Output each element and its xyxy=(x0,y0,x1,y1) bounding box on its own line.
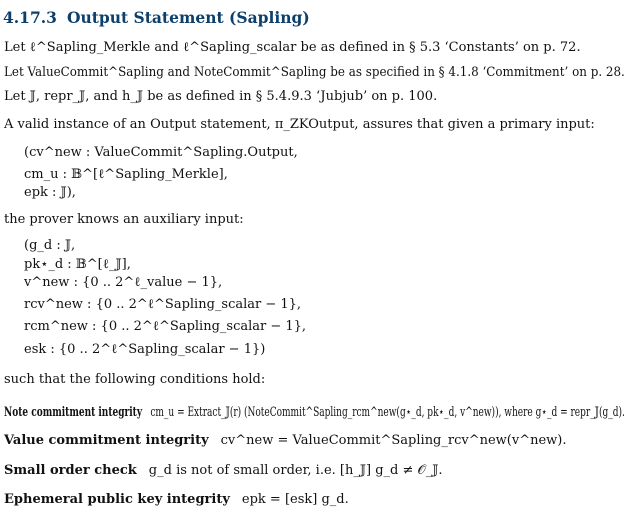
condition-epk-integrity: Ephemeral public key integrity epk = [esk… xyxy=(4,492,349,508)
condition-value-commitment: Value commitment integrity cv^new = Value… xyxy=(4,433,567,449)
primary-input-cv: (cv^new : ValueCommit^Sapling.Output, xyxy=(24,145,298,160)
condition-label: Small order check xyxy=(4,463,137,478)
condition-label: Note commitment integrity xyxy=(4,405,143,420)
conditions-intro: such that the following conditions hold: xyxy=(4,372,266,387)
primary-input-cmu: cm_u : 𝔹^[ℓ^Sapling_Merkle], xyxy=(24,167,228,182)
section-title: Output Statement (Sapling) xyxy=(66,8,310,27)
condition-note-commitment: Note commitment integrity cm_u = Extract_… xyxy=(4,405,625,421)
auxiliary-input-rcv: rcv^new : {0 .. 2^ℓ^Sapling_scalar − 1}, xyxy=(24,297,302,312)
condition-small-order: Small order check g_d is not of small ord… xyxy=(4,463,443,479)
section-heading: 4.17.3 Output Statement (Sapling) xyxy=(3,8,310,27)
condition-formula: cv^new = ValueCommit^Sapling_rcv^new(v^n… xyxy=(220,433,567,448)
definition-line-jubjub: Let 𝕁, repr_𝕁, and h_𝕁 be as defined in … xyxy=(4,89,438,104)
condition-label: Value commitment integrity xyxy=(4,433,209,448)
condition-formula: epk = [esk] g_d. xyxy=(241,492,349,507)
auxiliary-intro: the prover knows an auxiliary input: xyxy=(4,212,244,227)
definition-line-constants: Let ℓ^Sapling_Merkle and ℓ^Sapling_scala… xyxy=(4,40,581,55)
primary-input-epk: epk : 𝕁), xyxy=(24,185,76,200)
section-number: 4.17.3 xyxy=(3,8,57,27)
document-page: 4.17.3 Output Statement (Sapling) Let ℓ^S… xyxy=(0,0,629,519)
definition-line-commitments: Let ValueCommit^Sapling and NoteCommit^S… xyxy=(4,65,625,80)
auxiliary-input-vnew: v^new : {0 .. 2^ℓ_value − 1}, xyxy=(24,275,223,290)
condition-formula: g_d is not of small order, i.e. [h_𝕁] g_… xyxy=(148,463,443,478)
auxiliary-input-pkd: pk⋆_d : 𝔹^[ℓ_𝕁], xyxy=(24,257,131,272)
auxiliary-input-gd: (g_d : 𝕁, xyxy=(24,238,76,253)
auxiliary-input-rcm: rcm^new : {0 .. 2^ℓ^Sapling_scalar − 1}, xyxy=(24,319,307,334)
statement-intro: A valid instance of an Output statement,… xyxy=(4,117,595,132)
condition-formula: cm_u = Extract_𝕁(r) (NoteCommit^Sapling_… xyxy=(150,405,625,420)
auxiliary-input-esk: esk : {0 .. 2^ℓ^Sapling_scalar − 1}) xyxy=(24,342,266,357)
condition-label: Ephemeral public key integrity xyxy=(4,492,230,507)
